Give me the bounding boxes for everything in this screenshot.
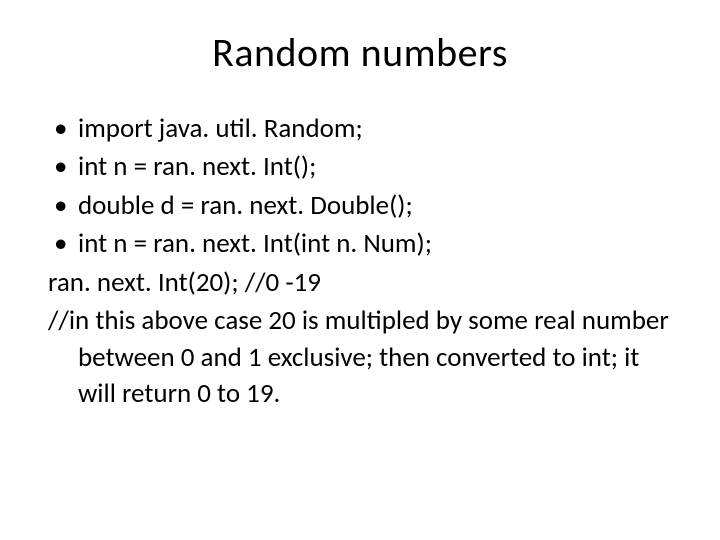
bullet-list: import java. util. Random; int n = ran. … [48,111,672,263]
comment-line: //in this above case 20 is multipled by … [48,303,672,412]
bullet-item: int n = ran. next. Int(int n. Num); [48,226,672,262]
bullet-item: double d = ran. next. Double(); [48,188,672,224]
slide-title: Random numbers [48,28,672,77]
bullet-item: import java. util. Random; [48,111,672,147]
code-line: ran. next. Int(20); //0 -19 [48,265,672,301]
slide: Random numbers import java. util. Random… [0,0,720,540]
slide-body: import java. util. Random; int n = ran. … [48,111,672,413]
bullet-item: int n = ran. next. Int(); [48,149,672,185]
